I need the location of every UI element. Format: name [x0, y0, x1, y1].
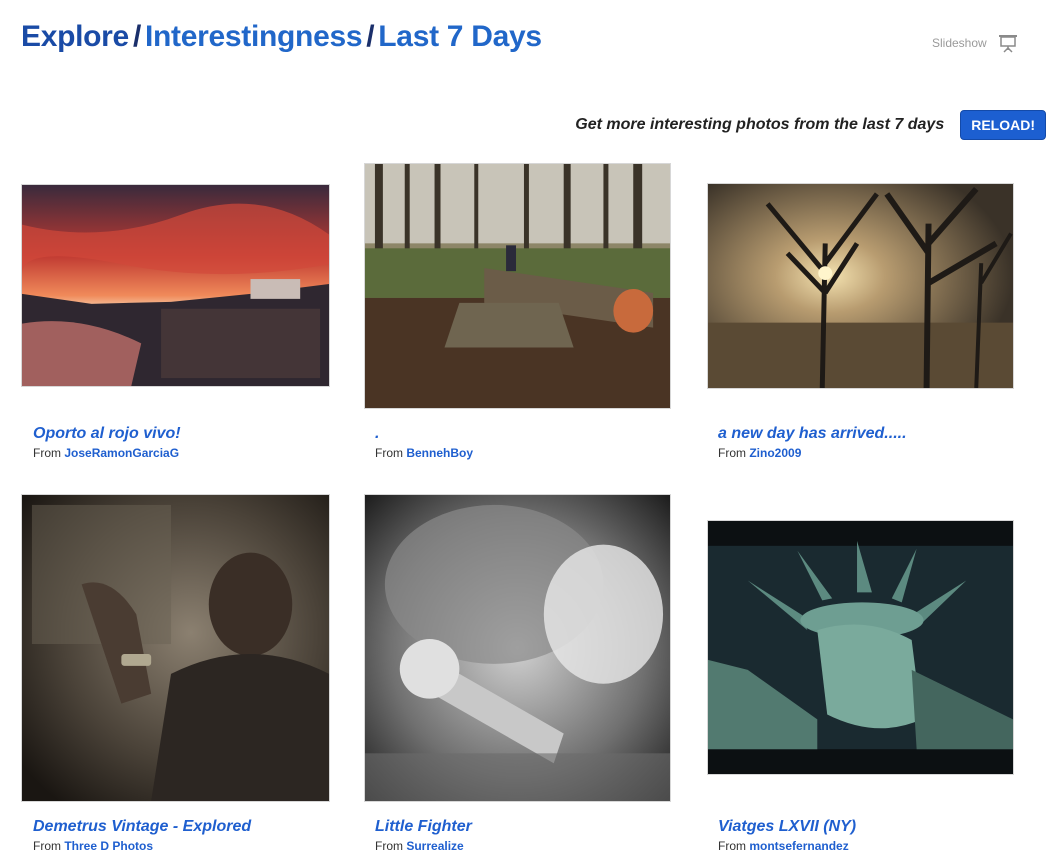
breadcrumb-last-7-days[interactable]: Last 7 Days: [378, 20, 542, 53]
from-label: From: [33, 839, 61, 853]
slideshow-label[interactable]: Slideshow: [932, 36, 987, 50]
from-label: From: [375, 839, 403, 853]
photo-image: [708, 184, 1013, 388]
photo-image: [708, 521, 1013, 774]
photo-image: [22, 495, 329, 801]
photo-caption: . From BennehBoy: [375, 425, 473, 461]
from-label: From: [718, 446, 746, 460]
slideshow-link[interactable]: Slideshow: [932, 32, 1019, 54]
photo-caption: Demetrus Vintage - Explored From Three D…: [33, 818, 251, 854]
slideshow-screen-icon[interactable]: [997, 32, 1019, 54]
author-link[interactable]: Surrealize: [406, 839, 463, 853]
photo-thumbnail[interactable]: [364, 494, 671, 802]
from-label: From: [375, 446, 403, 460]
photo-caption: Oporto al rojo vivo! From JoseRamonGarci…: [33, 425, 181, 461]
photo-attribution: From BennehBoy: [375, 445, 473, 461]
photo-caption: Little Fighter From Surrealize: [375, 818, 472, 854]
photo-thumbnail[interactable]: [707, 183, 1014, 389]
photo-caption: a new day has arrived..... From Zino2009: [718, 425, 907, 461]
reload-button[interactable]: RELOAD!: [960, 110, 1046, 140]
breadcrumb: Explore / Interestingness / Last 7 Days: [21, 20, 542, 54]
photo-thumbnail[interactable]: [707, 520, 1014, 775]
author-link[interactable]: montsefernandez: [749, 839, 848, 853]
reload-prompt: Get more interesting photos from the las…: [575, 116, 945, 133]
photo-image: [365, 495, 670, 801]
photo-title-link[interactable]: a new day has arrived.....: [718, 425, 907, 443]
author-link[interactable]: BennehBoy: [406, 446, 473, 460]
photo-image: [22, 185, 329, 386]
author-link[interactable]: JoseRamonGarciaG: [64, 446, 179, 460]
photo-thumbnail[interactable]: [21, 184, 330, 387]
photo-attribution: From montsefernandez: [718, 838, 856, 854]
breadcrumb-interestingness-link[interactable]: Interestingness: [145, 20, 363, 53]
author-link[interactable]: Three D Photos: [64, 839, 153, 853]
photo-title-link[interactable]: Little Fighter: [375, 818, 472, 836]
author-link[interactable]: Zino2009: [749, 446, 801, 460]
breadcrumb-explore-link[interactable]: Explore: [21, 20, 129, 53]
photo-title-link[interactable]: Demetrus Vintage - Explored: [33, 818, 251, 836]
photo-attribution: From Three D Photos: [33, 838, 251, 854]
photo-title-link[interactable]: Oporto al rojo vivo!: [33, 425, 181, 443]
photo-attribution: From JoseRamonGarciaG: [33, 445, 181, 461]
photo-thumbnail[interactable]: [364, 163, 671, 409]
photo-title-link[interactable]: .: [375, 425, 473, 443]
from-label: From: [718, 839, 746, 853]
breadcrumb-separator: /: [132, 20, 141, 53]
breadcrumb-separator: /: [366, 20, 375, 53]
photo-attribution: From Zino2009: [718, 445, 907, 461]
reload-bar: Get more interesting photos from the las…: [575, 110, 1046, 140]
photo-thumbnail[interactable]: [21, 494, 330, 802]
from-label: From: [33, 446, 61, 460]
photo-attribution: From Surrealize: [375, 838, 472, 854]
photo-title-link[interactable]: Viatges LXVII (NY): [718, 818, 856, 836]
photo-image: [365, 164, 670, 408]
photo-caption: Viatges LXVII (NY) From montsefernandez: [718, 818, 856, 854]
